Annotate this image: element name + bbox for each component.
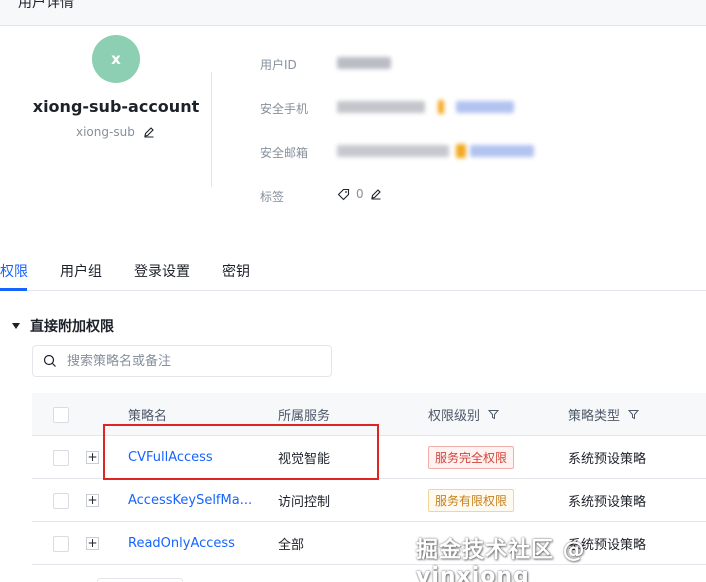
col-policy-type: 策略类型 — [568, 393, 640, 436]
tag-row: 0 — [337, 187, 382, 201]
expand-icon[interactable]: + — [86, 537, 99, 550]
email-redacted-mark — [456, 144, 466, 158]
display-name: xiong-sub — [76, 125, 135, 139]
pagination-fragment — [97, 578, 183, 582]
tab-login-settings[interactable]: 登录设置 — [134, 261, 190, 281]
policy-service: 全部 — [278, 538, 305, 553]
search-icon — [43, 354, 56, 367]
active-tab-indicator — [0, 288, 27, 291]
highlight-annotation — [103, 424, 379, 480]
section-title: 直接附加权限 — [30, 319, 114, 335]
avatar: x — [92, 35, 140, 83]
page-title: 用户详情 — [18, 0, 74, 11]
policy-service: 访问控制 — [278, 495, 331, 510]
display-name-row: xiong-sub — [76, 125, 155, 139]
col-policy-type-label: 策略类型 — [568, 409, 621, 424]
tab-bar: 权限 用户组 登录设置 密钥 — [0, 256, 706, 291]
user-id-value-redacted — [337, 57, 391, 69]
edit-icon[interactable] — [370, 188, 382, 200]
permission-level-badge: 服务有限权限 — [428, 489, 515, 512]
policy-type: 系统预设策略 — [568, 452, 647, 467]
filter-icon[interactable] — [628, 409, 640, 420]
expand-icon[interactable]: + — [86, 494, 99, 507]
phone-value-redacted — [337, 101, 425, 113]
tag-icon — [337, 188, 350, 200]
caret-down-icon[interactable] — [12, 323, 20, 329]
permission-level-badge: 服务完全权限 — [428, 446, 515, 469]
row-checkbox[interactable] — [53, 449, 69, 466]
tag-count: 0 — [356, 187, 364, 201]
tab-user-groups[interactable]: 用户组 — [60, 261, 102, 281]
row-checkbox[interactable] — [53, 492, 69, 509]
email-label: 安全邮箱 — [260, 146, 309, 160]
expand-icon[interactable]: + — [86, 451, 99, 464]
tab-keys[interactable]: 密钥 — [222, 261, 250, 281]
edit-icon[interactable] — [143, 126, 155, 138]
tag-label: 标签 — [260, 190, 285, 204]
filter-icon[interactable] — [488, 409, 500, 420]
col-permission-level: 权限级别 — [428, 393, 500, 436]
row-checkbox[interactable] — [53, 535, 69, 552]
divider — [211, 72, 212, 187]
phone-label: 安全手机 — [260, 102, 309, 116]
select-all-checkbox[interactable] — [53, 406, 69, 423]
col-permission-level-label: 权限级别 — [428, 409, 481, 424]
page-header: 用户详情 — [0, 0, 706, 26]
user-id-label: 用户ID — [260, 58, 297, 72]
search-box[interactable] — [32, 345, 332, 377]
email-redacted-link — [470, 145, 534, 157]
policy-type: 系统预设策略 — [568, 495, 647, 510]
table-row: + AccessKeySelfMa... 访问控制 服务有限权限 系统预设策略 — [32, 479, 706, 522]
search-input[interactable] — [67, 353, 307, 369]
watermark: 掘金技术社区 @ vinxiong — [416, 538, 586, 582]
account-name: xiong-sub-account — [32, 97, 200, 116]
phone-redacted-link — [456, 101, 514, 113]
policy-name-link[interactable]: ReadOnlyAccess — [128, 522, 235, 565]
email-value-redacted — [337, 145, 449, 157]
tab-permissions[interactable]: 权限 — [0, 261, 28, 281]
section-header[interactable]: 直接附加权限 — [12, 316, 114, 336]
phone-redacted-mark — [438, 100, 444, 114]
policy-name-link[interactable]: AccessKeySelfMa... — [128, 479, 252, 522]
